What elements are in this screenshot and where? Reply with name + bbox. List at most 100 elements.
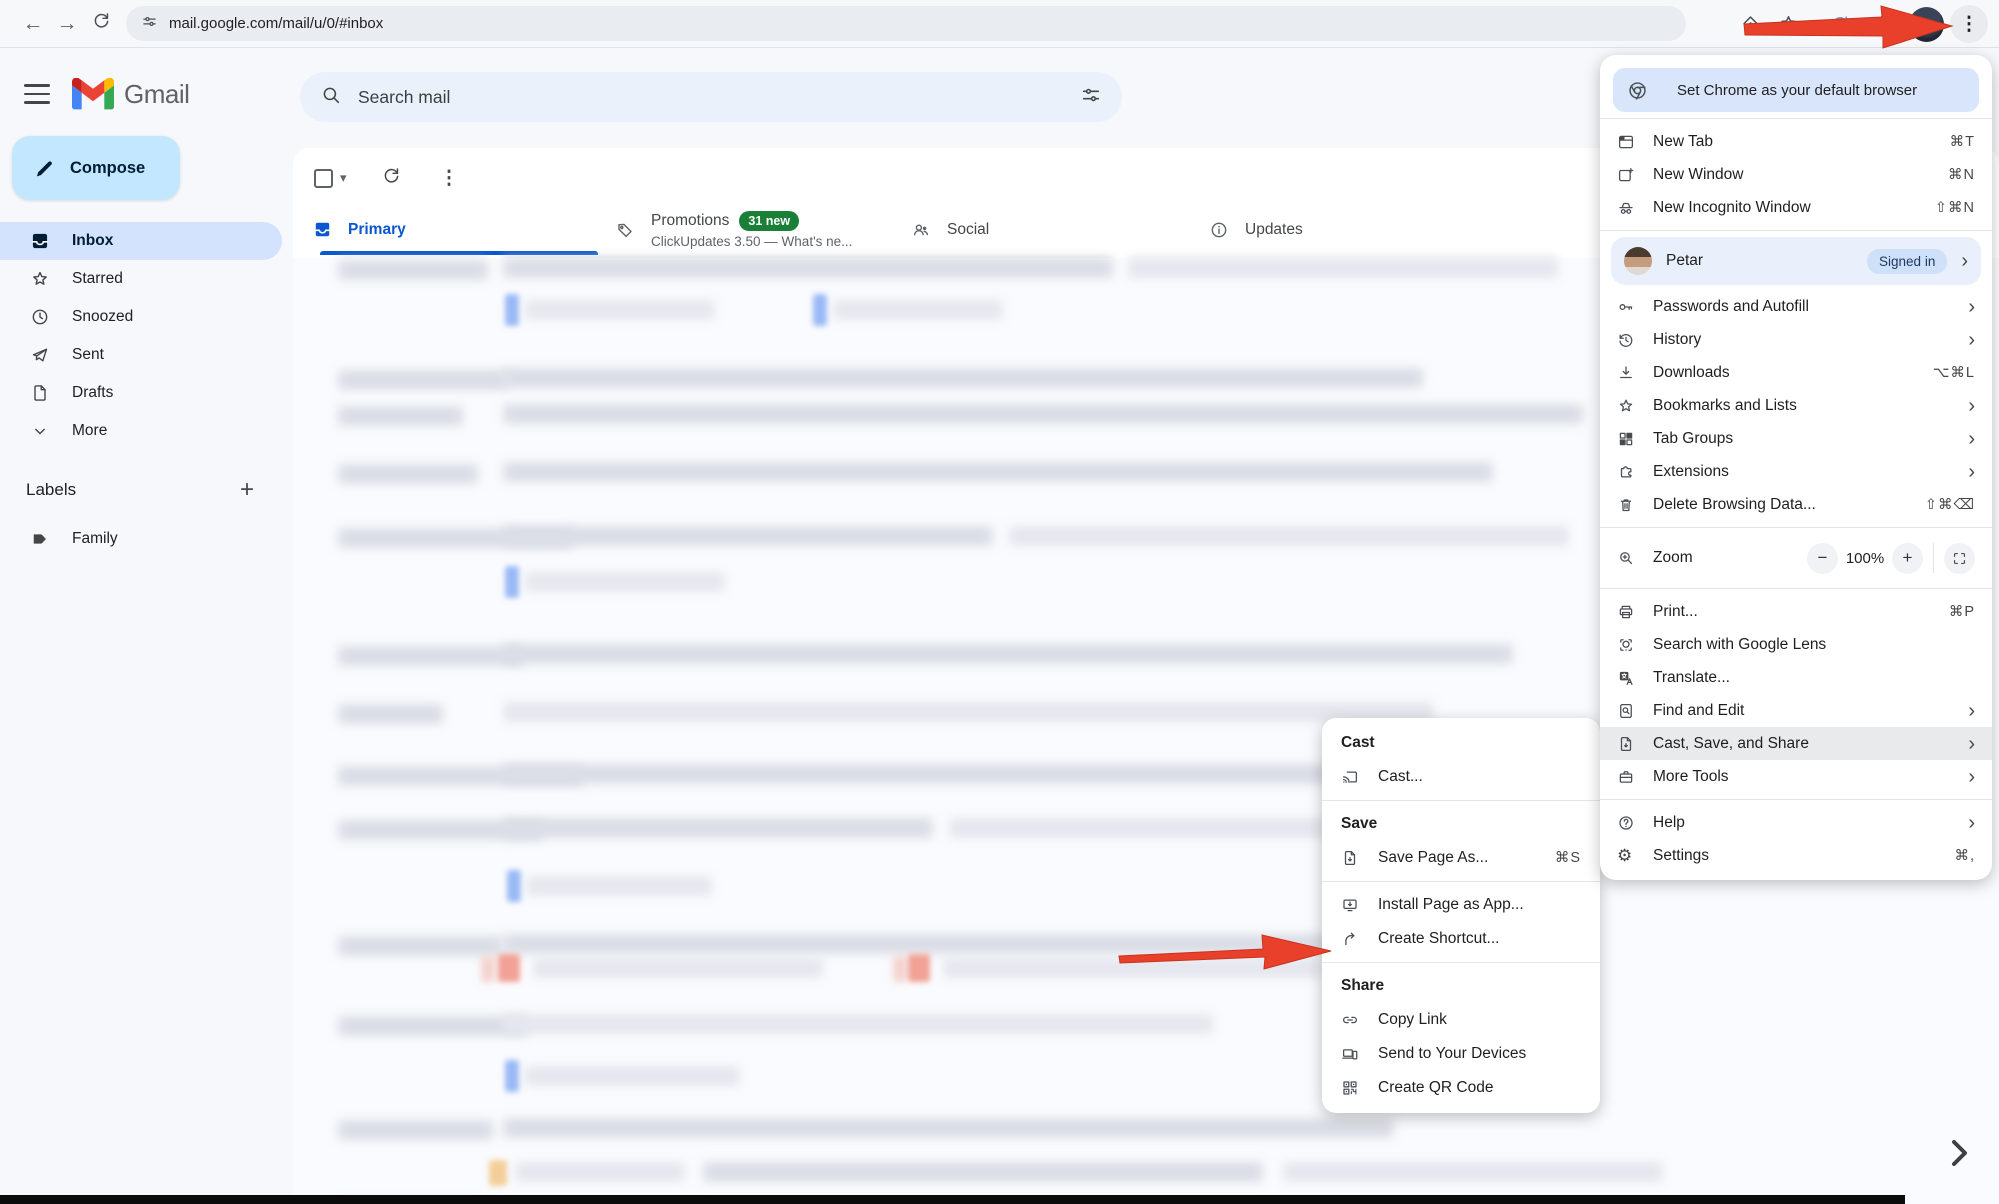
search-bar[interactable]: Search mail [300,72,1122,122]
info-icon [1209,220,1229,240]
signed-in-badge: Signed in [1867,249,1947,274]
hamburger-menu-icon[interactable] [24,84,50,104]
sidebar-item-snoozed[interactable]: Snoozed [0,298,282,336]
gmail-sidebar: Compose Inbox Starred Snoozed Sent Draft… [0,148,293,1204]
menu-divider [1600,799,1992,800]
menu-item-translate[interactable]: Translate... [1600,661,1992,694]
tab-primary[interactable]: Primary [313,204,406,255]
reload-icon[interactable] [84,10,118,37]
menu-item-cast-save-share[interactable]: Cast, Save, and Share › [1600,727,1992,760]
zoom-out-button[interactable]: − [1807,543,1838,574]
submenu-item-save-page-as[interactable]: Save Page As... ⌘S [1322,841,1600,875]
vertical-divider [1933,543,1934,573]
menu-item-history[interactable]: History › [1600,323,1992,356]
menu-label: More Tools [1653,768,1968,786]
select-all-checkbox[interactable] [314,169,333,188]
page-share-icon [1617,735,1653,753]
menu-item-delete-browsing-data[interactable]: Delete Browsing Data... ⇧⌘⌫ [1600,488,1992,521]
tab-social[interactable]: Social [911,204,989,255]
sidebar-label-family[interactable]: Family [0,520,282,558]
chevron-down-icon [30,421,50,441]
find-edit-icon [1617,702,1653,720]
select-dropdown-icon[interactable]: ▾ [340,170,347,186]
submenu-item-create-qr-code[interactable]: Create QR Code [1322,1071,1600,1105]
menu-item-profile[interactable]: Petar Signed in › [1611,237,1981,285]
submenu-item-install-page-as-app[interactable]: Install Page as App... [1322,888,1600,922]
menu-label: Translate... [1653,669,1975,687]
menu-item-passwords-autofill[interactable]: Passwords and Autofill › [1600,290,1992,323]
address-bar[interactable]: mail.google.com/mail/u/0/#inbox [126,6,1686,41]
chevron-right-icon: › [1961,251,1968,271]
menu-item-tab-groups[interactable]: Tab Groups › [1600,422,1992,455]
menu-label: Find and Edit [1653,702,1968,720]
submenu-item-create-shortcut[interactable]: Create Shortcut... [1322,922,1600,956]
refresh-icon[interactable] [381,165,402,191]
active-tab-underline [320,251,598,255]
compose-button[interactable]: Compose [12,136,180,200]
menu-item-find-and-edit[interactable]: Find and Edit › [1600,694,1992,727]
back-icon[interactable]: ← [16,12,50,36]
label-name: Family [72,530,118,548]
sidebar-item-sent[interactable]: Sent [0,336,282,374]
search-icon[interactable] [320,84,342,111]
menu-shortcut: ⌘, [1954,848,1975,864]
menu-item-settings[interactable]: ⚙ Settings ⌘, [1600,839,1992,872]
label-tag-icon [30,529,50,549]
site-settings-icon[interactable] [140,12,159,36]
menu-item-new-tab[interactable]: New Tab ⌘T [1600,125,1992,158]
menu-label: Settings [1653,847,1954,865]
search-filter-icon[interactable] [1080,84,1102,111]
sidebar-item-drafts[interactable]: Drafts [0,374,282,412]
fullscreen-button[interactable] [1944,543,1975,574]
menu-label: Cast, Save, and Share [1653,735,1968,753]
menu-label: Print... [1653,603,1949,621]
chevron-right-icon: › [1968,297,1975,317]
menu-divider [1322,800,1600,801]
list-toolbar: ▾ ⋮ [293,158,459,198]
submenu-section-save: Save [1322,807,1600,841]
download-icon [1617,364,1653,382]
menu-item-bookmarks-lists[interactable]: Bookmarks and Lists › [1600,389,1992,422]
chevron-right-icon: › [1968,330,1975,350]
sidebar-item-label: Starred [72,270,123,288]
sidebar-item-starred[interactable]: Starred [0,260,282,298]
menu-item-new-incognito-window[interactable]: New Incognito Window ⇧⌘N [1600,191,1992,224]
menu-item-zoom: Zoom − 100% + [1600,534,1992,582]
menu-item-search-google-lens[interactable]: Search with Google Lens [1600,628,1992,661]
chevron-right-icon: › [1968,701,1975,721]
menu-label: New Incognito Window [1653,199,1935,217]
forward-icon[interactable]: → [50,12,84,36]
next-page-chevron-icon[interactable] [1949,1138,1971,1168]
menu-item-extensions[interactable]: Extensions › [1600,455,1992,488]
more-options-icon[interactable]: ⋮ [440,167,459,190]
gmail-logo: Gmail [72,78,189,110]
menu-item-help[interactable]: Help › [1600,806,1992,839]
submenu-label: Cast... [1378,768,1581,786]
zoom-in-button[interactable]: + [1892,543,1923,574]
tab-updates[interactable]: Updates [1209,204,1303,255]
submenu-item-copy-link[interactable]: Copy Link [1322,1003,1600,1037]
new-tab-icon [1617,133,1653,151]
menu-label: Downloads [1653,364,1933,382]
sidebar-item-more[interactable]: More [0,412,282,450]
chrome-logo-icon [1627,80,1663,101]
tab-label: Primary [348,221,406,239]
menu-shortcut: ⌘N [1948,167,1975,183]
add-label-icon[interactable]: + [240,476,254,504]
submenu-item-cast[interactable]: Cast... [1322,760,1600,794]
menu-shortcut: ⇧⌘N [1935,200,1975,216]
sidebar-item-inbox[interactable]: Inbox [0,222,282,260]
url-text[interactable]: mail.google.com/mail/u/0/#inbox [169,15,383,32]
menu-item-print[interactable]: Print... ⌘P [1600,595,1992,628]
menu-item-new-window[interactable]: New Window ⌘N [1600,158,1992,191]
menu-label: Passwords and Autofill [1653,298,1968,316]
set-default-browser-button[interactable]: Set Chrome as your default browser [1613,68,1979,112]
labels-header: Labels + [0,476,282,504]
menu-divider [1600,527,1992,528]
menu-item-more-tools[interactable]: More Tools › [1600,760,1992,793]
menu-item-downloads[interactable]: Downloads ⌥⌘L [1600,356,1992,389]
cast-save-share-submenu: Cast Cast... Save Save Page As... ⌘S Ins… [1322,718,1600,1113]
tab-promotions[interactable]: Promotions 31 new ClickUpdates 3.50 — Wh… [615,204,852,255]
menu-divider [1600,588,1992,589]
submenu-item-send-to-your-devices[interactable]: Send to Your Devices [1322,1037,1600,1071]
